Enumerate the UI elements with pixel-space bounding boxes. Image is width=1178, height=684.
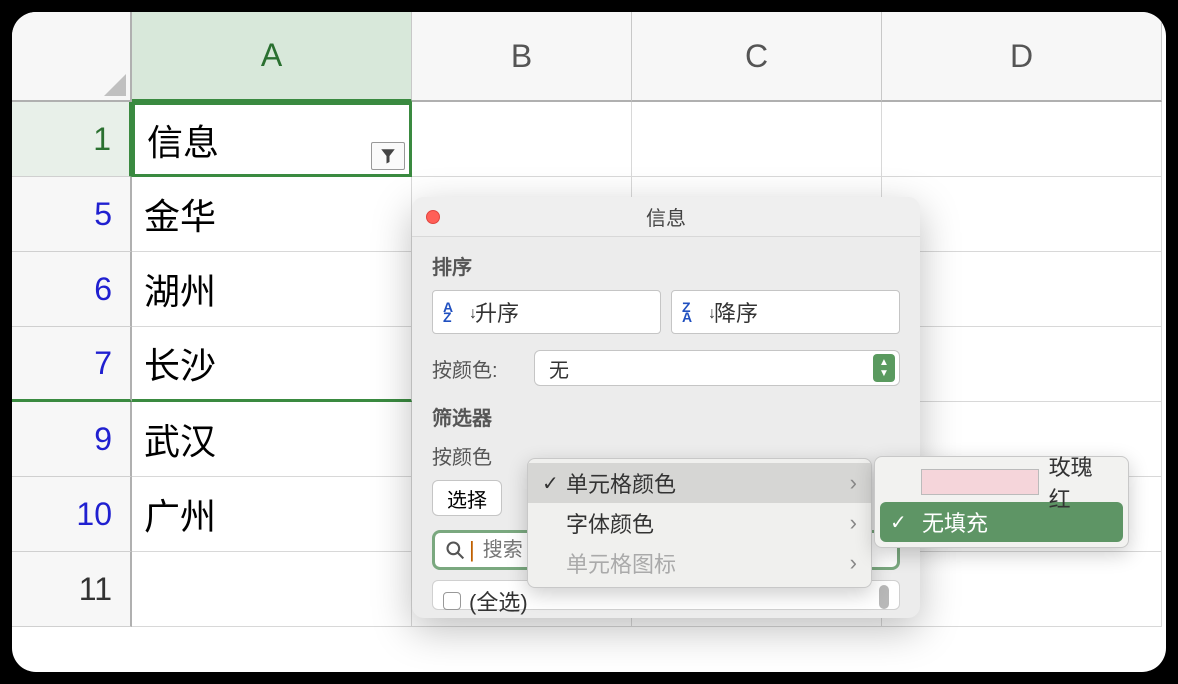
sort-by-color-select[interactable]: 无 ▲▼	[534, 350, 900, 386]
cell[interactable]: 武汉	[132, 402, 412, 477]
chevron-right-icon: ›	[850, 470, 857, 496]
cell[interactable]	[132, 552, 412, 627]
col-header-B[interactable]: B	[412, 12, 632, 102]
select-arrows-icon: ▲▼	[873, 354, 895, 382]
cell[interactable]: 广州	[132, 477, 412, 552]
cell-value: 武汉	[144, 413, 216, 465]
choose-label: 选择	[447, 484, 487, 513]
dialog-title: 信息	[646, 202, 686, 231]
cell[interactable]	[632, 102, 882, 177]
cell[interactable]	[882, 327, 1162, 402]
search-icon	[445, 540, 465, 560]
cell[interactable]	[882, 102, 1162, 177]
cell[interactable]	[882, 177, 1162, 252]
menu-item-cell-icon: 单元格图标 ›	[528, 543, 871, 583]
asc-icon: AZ ↓	[443, 299, 469, 325]
color-label: 玫瑰红	[1049, 450, 1113, 514]
row-header[interactable]: 11	[12, 552, 132, 627]
cell-value: 信息	[147, 114, 219, 166]
sort-descending-button[interactable]: ZA ↓ 降序	[671, 290, 900, 334]
dialog-titlebar[interactable]: 信息	[412, 197, 920, 237]
no-fill-label: 无填充	[922, 506, 988, 538]
cell[interactable]: 湖州	[132, 252, 412, 327]
row-header[interactable]: 7	[12, 327, 132, 402]
cell[interactable]: 金华	[132, 177, 412, 252]
cell-value: 湖州	[144, 263, 216, 315]
checkbox[interactable]	[443, 592, 461, 610]
asc-label: 升序	[475, 296, 519, 328]
color-picker-submenu: 玫瑰红 ✓ 无填充	[874, 456, 1129, 548]
color-swatch	[921, 469, 1038, 495]
menu-label: 字体颜色	[566, 507, 850, 539]
row-header[interactable]: 10	[12, 477, 132, 552]
spreadsheet: A B C D 1 信息 5 金华 6 湖州 7 长沙	[12, 12, 1166, 672]
col-header-A[interactable]: A	[132, 12, 412, 102]
select-all-corner[interactable]	[12, 12, 132, 102]
check-icon: ✓	[542, 471, 566, 496]
close-icon[interactable]	[426, 210, 440, 224]
cell[interactable]: 长沙	[132, 327, 412, 402]
row-header[interactable]: 6	[12, 252, 132, 327]
cell[interactable]	[882, 552, 1162, 627]
cell[interactable]	[412, 102, 632, 177]
row-header[interactable]: 9	[12, 402, 132, 477]
row-header[interactable]: 1	[12, 102, 132, 177]
menu-label: 单元格颜色	[566, 467, 850, 499]
sort-by-color-label: 按颜色:	[432, 354, 522, 383]
scrollbar-thumb[interactable]	[879, 585, 889, 609]
cell[interactable]	[882, 252, 1162, 327]
filter-dropdown-icon[interactable]	[371, 142, 405, 170]
desc-label: 降序	[714, 296, 758, 328]
menu-item-cell-color[interactable]: ✓ 单元格颜色 ›	[528, 463, 871, 503]
filter-by-color-label: 按颜色	[432, 441, 522, 470]
cell-value: 广州	[144, 488, 216, 540]
col-header-D[interactable]: D	[882, 12, 1162, 102]
sort-ascending-button[interactable]: AZ ↓ 升序	[432, 290, 661, 334]
cell-value: 金华	[144, 188, 216, 240]
filter-section-label: 筛选器	[432, 402, 900, 431]
menu-label: 单元格图标	[566, 547, 850, 579]
menu-item-font-color[interactable]: 字体颜色 ›	[528, 503, 871, 543]
color-option-rose[interactable]: 玫瑰红	[880, 462, 1123, 502]
chevron-right-icon: ›	[850, 510, 857, 536]
cell-value: 长沙	[144, 337, 216, 389]
sort-section-label: 排序	[432, 251, 900, 280]
check-icon: ✓	[890, 510, 912, 535]
choose-button[interactable]: 选择	[432, 480, 502, 516]
text-cursor: |	[469, 537, 475, 563]
row-header[interactable]: 5	[12, 177, 132, 252]
chevron-right-icon: ›	[850, 550, 857, 576]
desc-icon: ZA ↓	[682, 299, 708, 325]
col-header-C[interactable]: C	[632, 12, 882, 102]
color-filter-submenu: ✓ 单元格颜色 › 字体颜色 › 单元格图标 ›	[527, 458, 872, 588]
select-all-label: (全选)	[469, 585, 528, 617]
select-value: 无	[549, 354, 569, 383]
cell-A1[interactable]: 信息	[132, 102, 412, 177]
